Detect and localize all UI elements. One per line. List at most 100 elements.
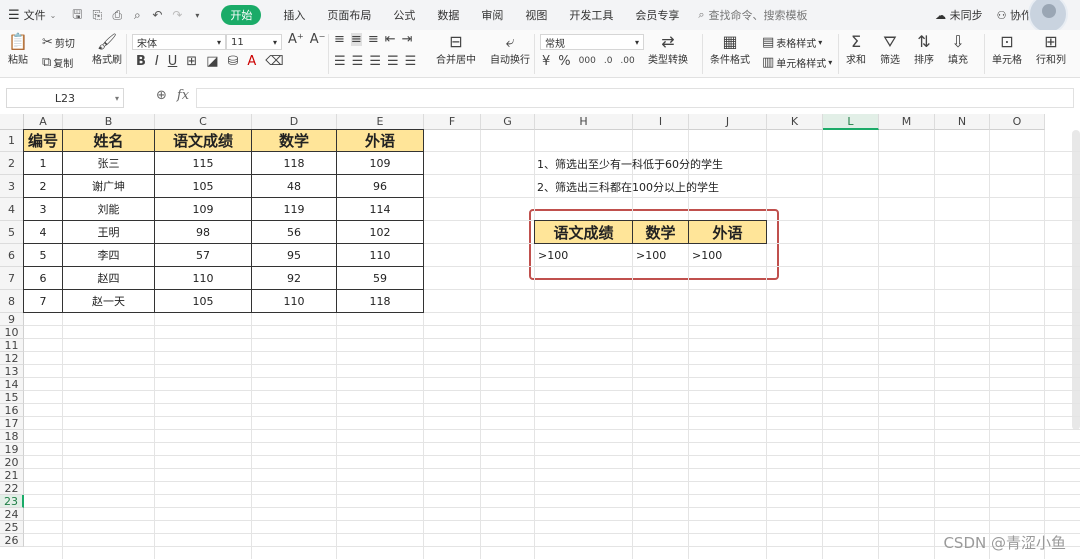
tab-1[interactable]: 插入	[272, 0, 316, 30]
table-cell[interactable]: 96	[337, 175, 424, 198]
row-header-7[interactable]: 7	[0, 267, 24, 290]
sum-button[interactable]: Σ 求和	[846, 33, 866, 67]
row-header-14[interactable]: 14	[0, 378, 24, 391]
copy-button[interactable]: ⧉ 复制	[42, 55, 73, 70]
table-cell[interactable]: 98	[155, 221, 252, 244]
row-header-25[interactable]: 25	[0, 521, 24, 534]
column-header-B[interactable]: B	[63, 114, 155, 130]
number-format-select[interactable]: 常规 ▾	[540, 34, 644, 50]
table-cell[interactable]: 48	[252, 175, 337, 198]
criteria-header-cell[interactable]: 外语	[689, 221, 767, 244]
table-cell[interactable]: 110	[337, 244, 424, 267]
conditional-format-button[interactable]: ▦ 条件格式	[710, 33, 750, 67]
row-header-11[interactable]: 11	[0, 339, 24, 352]
cells-button[interactable]: ⊡ 单元格	[992, 33, 1022, 67]
row-header-9[interactable]: 9	[0, 313, 24, 326]
table-cell[interactable]: 赵四	[63, 267, 155, 290]
select-all-corner[interactable]	[0, 114, 24, 130]
increase-font-icon[interactable]: A⁺	[288, 33, 304, 46]
align-left-icon[interactable]: ☰	[334, 55, 346, 68]
align-middle-icon[interactable]: ≡	[350, 33, 362, 46]
print-preview-icon[interactable]: ⌕	[130, 8, 144, 22]
row-header-18[interactable]: 18	[0, 430, 24, 443]
row-header-17[interactable]: 17	[0, 417, 24, 430]
column-header-O[interactable]: O	[990, 114, 1045, 130]
tab-4[interactable]: 数据	[426, 0, 470, 30]
tab-2[interactable]: 页面布局	[316, 0, 382, 30]
tab-7[interactable]: 开发工具	[558, 0, 624, 30]
row-header-26[interactable]: 26	[0, 534, 24, 547]
row-header-21[interactable]: 21	[0, 469, 24, 482]
font-size-select[interactable]: 11 ▾	[226, 34, 282, 50]
table-cell[interactable]: 109	[155, 198, 252, 221]
align-right-icon[interactable]: ☰	[369, 55, 381, 68]
criteria-value-cell[interactable]: >100	[689, 244, 767, 267]
currency-icon[interactable]: ¥	[542, 55, 550, 68]
table-cell[interactable]: 118	[337, 290, 424, 313]
row-header-23[interactable]: 23	[0, 495, 24, 508]
indent-increase-icon[interactable]: ⇥	[402, 33, 413, 46]
table-cell[interactable]: 102	[337, 221, 424, 244]
column-header-J[interactable]: J	[689, 114, 767, 130]
undo-icon[interactable]: ↶	[150, 8, 164, 22]
merge-center-button[interactable]: ⊟ 合并居中	[436, 33, 476, 67]
name-box[interactable]: L23 ▾	[6, 88, 124, 108]
thousands-icon[interactable]: 000	[579, 57, 596, 66]
table-cell[interactable]: 109	[337, 152, 424, 175]
table-cell[interactable]: 4	[24, 221, 63, 244]
tab-0[interactable]: 开始	[210, 0, 272, 30]
row-header-2[interactable]: 2	[0, 152, 24, 175]
column-header-N[interactable]: N	[935, 114, 990, 130]
table-cell[interactable]: 114	[337, 198, 424, 221]
criteria-value-cell[interactable]: >100	[633, 244, 689, 267]
column-header-C[interactable]: C	[155, 114, 252, 130]
column-header-L[interactable]: L	[823, 114, 879, 130]
percent-icon[interactable]: %	[558, 55, 570, 68]
table-cell[interactable]: 2	[24, 175, 63, 198]
command-search[interactable]: ⌕ 查找命令、搜索模板	[698, 7, 807, 23]
tab-6[interactable]: 视图	[514, 0, 558, 30]
tab-5[interactable]: 审阅	[470, 0, 514, 30]
table-header-cell[interactable]: 姓名	[63, 130, 155, 152]
table-header-cell[interactable]: 语文成绩	[155, 130, 252, 152]
row-header-13[interactable]: 13	[0, 365, 24, 378]
instruction-note[interactable]: 1、筛选出至少有一科低于60分的学生	[537, 156, 723, 172]
justify-icon[interactable]: ☰	[387, 55, 399, 68]
avatar[interactable]	[1028, 0, 1068, 34]
column-header-F[interactable]: F	[424, 114, 481, 130]
table-cell[interactable]: 张三	[63, 152, 155, 175]
spreadsheet-grid[interactable]: A B C D E F G H I J K L M N O 1 2 3 4 5 6 7 8 9 10 11 12 13 14 15 16 17…	[0, 114, 1080, 559]
table-cell[interactable]: 1	[24, 152, 63, 175]
row-header-10[interactable]: 10	[0, 326, 24, 339]
table-cell[interactable]: 105	[155, 290, 252, 313]
table-style-button[interactable]: ▤ 表格样式 ▾	[762, 35, 822, 50]
table-cell[interactable]: 119	[252, 198, 337, 221]
fill-button[interactable]: ⇩ 填充	[948, 33, 968, 67]
font-name-select[interactable]: 宋体 ▾	[132, 34, 226, 50]
row-header-20[interactable]: 20	[0, 456, 24, 469]
column-header-D[interactable]: D	[252, 114, 337, 130]
table-cell[interactable]: 57	[155, 244, 252, 267]
fx-icon[interactable]: fx	[177, 88, 189, 103]
row-header-16[interactable]: 16	[0, 404, 24, 417]
table-header-cell[interactable]: 数学	[252, 130, 337, 152]
format-painter-button[interactable]: 🖌 格式刷	[92, 33, 122, 67]
cell-style-button[interactable]: ▥ 单元格样式 ▾	[762, 55, 832, 70]
redo-icon[interactable]: ↷	[170, 8, 184, 22]
table-cell[interactable]: 92	[252, 267, 337, 290]
fill-color-icon[interactable]: ◪	[206, 55, 218, 68]
indent-decrease-icon[interactable]: ⇤	[385, 33, 396, 46]
zoom-icon[interactable]: ⊕	[156, 88, 167, 103]
border-icon[interactable]: ⊞	[186, 55, 197, 68]
cut-button[interactable]: ✂ 剪切	[42, 35, 75, 50]
row-header-24[interactable]: 24	[0, 508, 24, 521]
bold-icon[interactable]: B	[136, 55, 146, 68]
column-header-G[interactable]: G	[481, 114, 535, 130]
row-header-1[interactable]: 1	[0, 130, 24, 152]
table-cell[interactable]: 赵一天	[63, 290, 155, 313]
align-top-icon[interactable]: ≡	[334, 33, 345, 46]
criteria-value-cell[interactable]: >100	[535, 244, 633, 267]
table-cell[interactable]: 刘能	[63, 198, 155, 221]
row-col-button[interactable]: ⊞ 行和列	[1036, 33, 1066, 67]
instruction-note[interactable]: 2、筛选出三科都在100分以上的学生	[537, 179, 719, 195]
